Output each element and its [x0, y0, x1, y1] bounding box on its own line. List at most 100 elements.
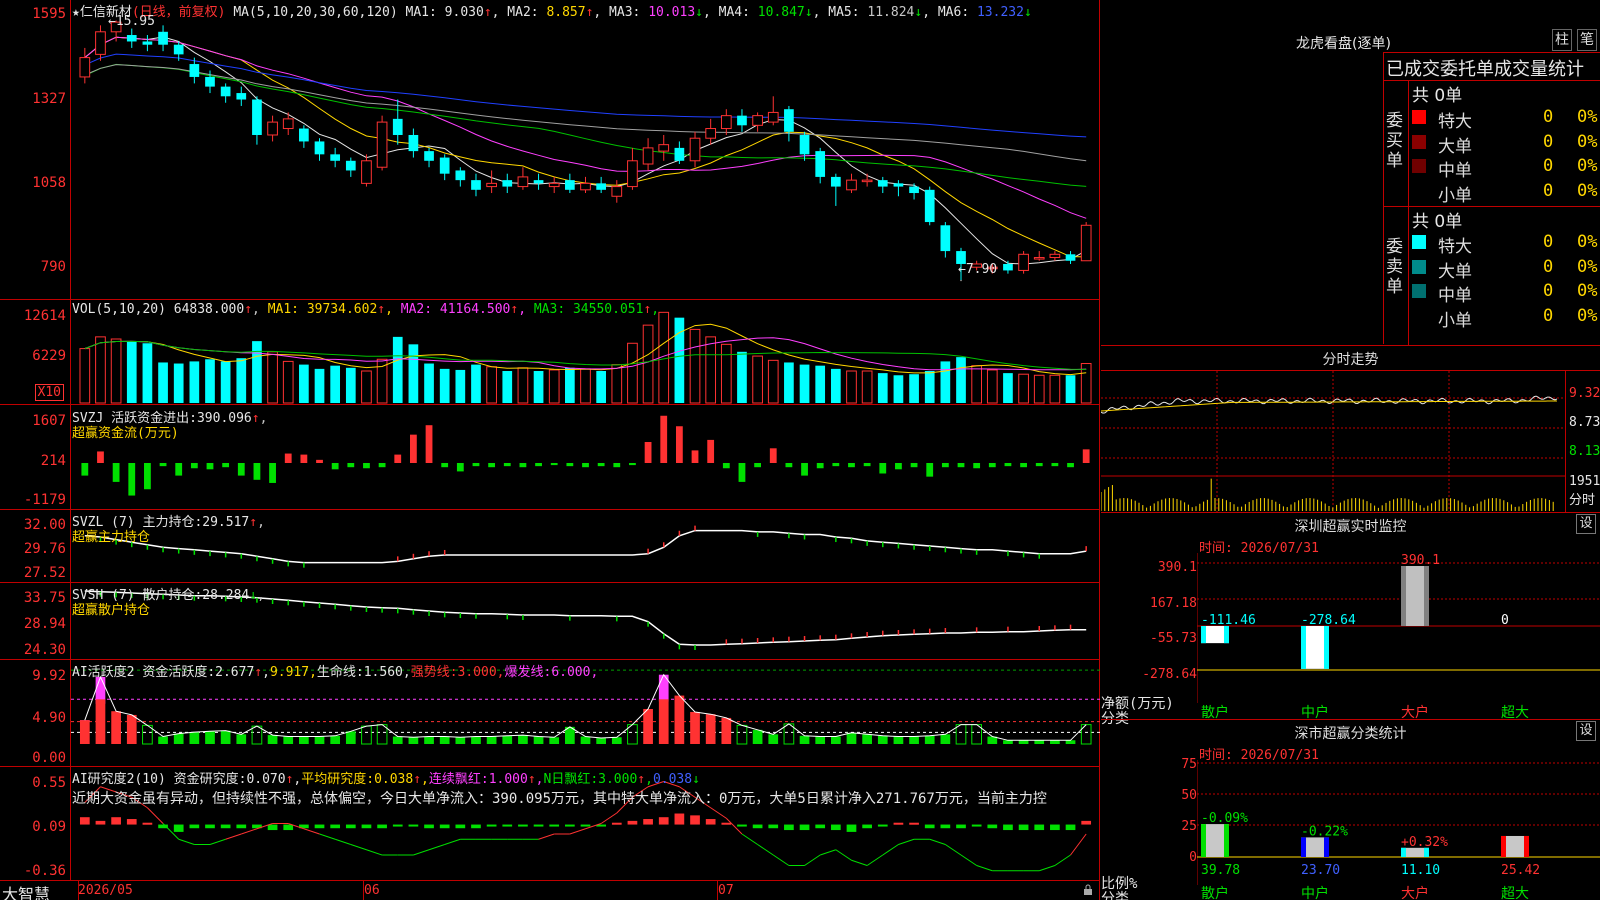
flow-bar: [253, 463, 261, 480]
indicator-text: 1.000: [488, 772, 528, 787]
y-tick: 1951: [1569, 474, 1600, 489]
sz-bar: [1401, 566, 1429, 626]
svsh-value: 28.284: [202, 588, 250, 603]
flow-bar: [988, 463, 996, 468]
ma-label: MA1:: [267, 302, 307, 317]
ma-label: MA2:: [392, 302, 440, 317]
sz-bar-edge: [1324, 626, 1329, 669]
activity-bar: [862, 734, 872, 744]
legend-swatch: [1412, 308, 1426, 323]
activity-bar: [1034, 740, 1045, 744]
volume-bar: [126, 341, 137, 403]
activity-bar: [299, 736, 309, 744]
svzj-arrow: ↑: [251, 411, 260, 426]
research-bar: [893, 822, 904, 825]
research-line: [945, 844, 962, 856]
ai1-values: 资金活跃度:2.677↑,9.917,生命线:1.560,强势线:3.000,爆…: [142, 665, 598, 680]
lock-icon[interactable]: [1083, 884, 1093, 895]
ss-settings-button[interactable]: 设: [1576, 721, 1596, 741]
tick-mode-button[interactable]: 笔: [1577, 29, 1597, 51]
bar-value-label: -111.46: [1201, 613, 1256, 628]
bar-mode-button[interactable]: 柱: [1552, 29, 1572, 51]
research-line: [757, 844, 774, 856]
volume-bar: [142, 343, 153, 403]
sz-bar-edge: [1301, 626, 1306, 669]
flow-bar: [941, 463, 949, 468]
research-bar: [314, 824, 325, 829]
order-label: 大单: [1438, 261, 1472, 282]
flow-bar: [1004, 463, 1012, 467]
volume-bar: [1018, 373, 1029, 404]
flow-bar: [237, 463, 245, 476]
sz-bar-chart[interactable]: -111.46 散户 -278.64 中户 390.1 大户 0 超大: [1197, 553, 1600, 719]
order-count: 0: [1543, 107, 1554, 127]
kline-chart[interactable]: [71, 0, 1100, 299]
flow-bar: [785, 463, 793, 468]
flow-bar: [159, 463, 167, 467]
research-bar: [565, 824, 575, 827]
ma-arrow: ↓: [1023, 5, 1032, 20]
bar-value-label: 390.1: [1401, 553, 1440, 568]
y-tick: 1058: [32, 175, 66, 191]
research-bar: [815, 824, 826, 829]
lhb-divider: [1408, 80, 1409, 345]
research-line: [882, 844, 899, 856]
order-label: 大单: [1438, 136, 1472, 157]
fenshi-chart[interactable]: [1101, 371, 1565, 512]
ma-arrow: ↓: [804, 5, 813, 20]
order-count: 0: [1543, 180, 1554, 201]
volume-bar: [236, 358, 247, 403]
brand-logo[interactable]: 大智慧: [2, 881, 50, 900]
ss-bar-chart[interactable]: -0.09% 39.78 散户 -0.22% 23.70 中户 +0.32% 11.10 大户 2…: [1197, 760, 1600, 900]
separator: ,: [703, 5, 711, 20]
favorite-star-icon[interactable]: ★: [72, 5, 80, 20]
candle: [752, 115, 763, 126]
activity-bar: [111, 711, 121, 744]
flow-bar: [957, 463, 965, 468]
indicator-text: 1.560,: [363, 665, 411, 680]
flow-bar: [488, 463, 496, 468]
ma-line: [84, 64, 1087, 162]
research-bar: [236, 824, 247, 829]
volume-bar: [940, 361, 951, 403]
activity-bar: [126, 714, 137, 744]
candle: [376, 121, 388, 168]
legend-swatch: [1412, 235, 1426, 249]
activity-bar: [1018, 740, 1029, 744]
research-bar: [846, 824, 857, 832]
flow-bar: [644, 442, 652, 463]
activity-bar: [799, 735, 810, 744]
candle: [392, 118, 403, 135]
ss-bar-edge: [1201, 824, 1206, 857]
legend-swatch: [1412, 134, 1426, 149]
activity-bar: [752, 729, 763, 744]
y-tick: 167.18: [1150, 596, 1197, 611]
volume-bar: [533, 371, 544, 403]
x-tick: [363, 881, 364, 900]
sz-settings-button[interactable]: 设: [1576, 514, 1596, 534]
volume-bar: [110, 338, 122, 404]
flow-bar: [1067, 463, 1074, 468]
y-tick: -278.64: [1142, 667, 1197, 682]
research-line: [569, 828, 586, 835]
lhb-table: 已成交委托单成交量统计 委买单 共 0单 特大 0 0% 大单 0 0% 中单 0 0% 小单 0 0…: [1383, 52, 1600, 345]
volume-bar: [220, 361, 231, 403]
volume-bar: [361, 370, 372, 404]
sz-bar: [1301, 626, 1329, 669]
candle: [189, 64, 200, 77]
x-axis: 大智慧 2026/05 06 07: [0, 881, 1100, 900]
research-bar: [674, 813, 685, 825]
order-label: 特大: [1438, 112, 1472, 132]
ma-values: MA1: 9.030↑, MA2: 8.857↑, MA3: 10.013↓, …: [406, 5, 1032, 20]
sell-total: 共 0单: [1412, 212, 1463, 232]
ma-value: 11.824: [867, 5, 915, 20]
y-tick: 33.75: [23, 590, 66, 606]
ss-bar-edge: [1524, 835, 1529, 857]
ai1-y-axis: 9.92 4.90 0.00: [0, 660, 66, 766]
research-bar: [502, 824, 513, 827]
research-line: [444, 838, 461, 845]
candle: [705, 128, 717, 139]
activity-bar: [1065, 740, 1076, 744]
flow-bar: [316, 459, 323, 463]
order-pct: 0%: [1577, 256, 1598, 277]
